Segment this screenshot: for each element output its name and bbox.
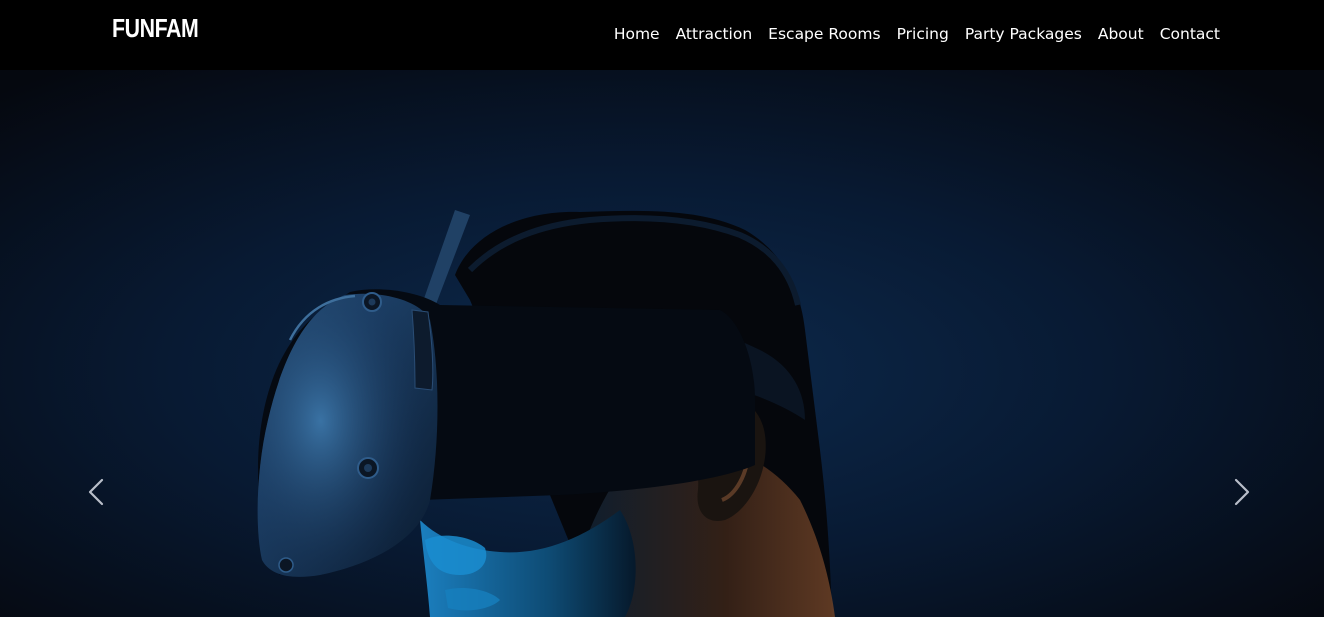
navbar: FUNFAM Home Attraction Escape Rooms Pric… <box>0 0 1324 70</box>
nav-about-link[interactable]: About <box>1090 25 1152 43</box>
nav-home-link[interactable]: Home <box>606 25 668 43</box>
chevron-left-icon <box>88 478 104 506</box>
nav-party-packages-link[interactable]: Party Packages <box>957 25 1090 43</box>
hero-carousel <box>0 70 1324 617</box>
chevron-right-icon <box>1234 478 1250 506</box>
nav-escape-rooms-link[interactable]: Escape Rooms <box>760 25 888 43</box>
brand-logo[interactable]: FUNFAM <box>112 13 199 44</box>
carousel-prev-button[interactable] <box>76 470 116 514</box>
hero-image <box>0 70 1324 617</box>
nav-attraction-link[interactable]: Attraction <box>668 25 761 43</box>
carousel-next-button[interactable] <box>1222 470 1262 514</box>
nav-links: Home Attraction Escape Rooms Pricing Par… <box>606 25 1220 43</box>
nav-contact-link[interactable]: Contact <box>1152 25 1220 43</box>
nav-pricing-link[interactable]: Pricing <box>889 25 957 43</box>
